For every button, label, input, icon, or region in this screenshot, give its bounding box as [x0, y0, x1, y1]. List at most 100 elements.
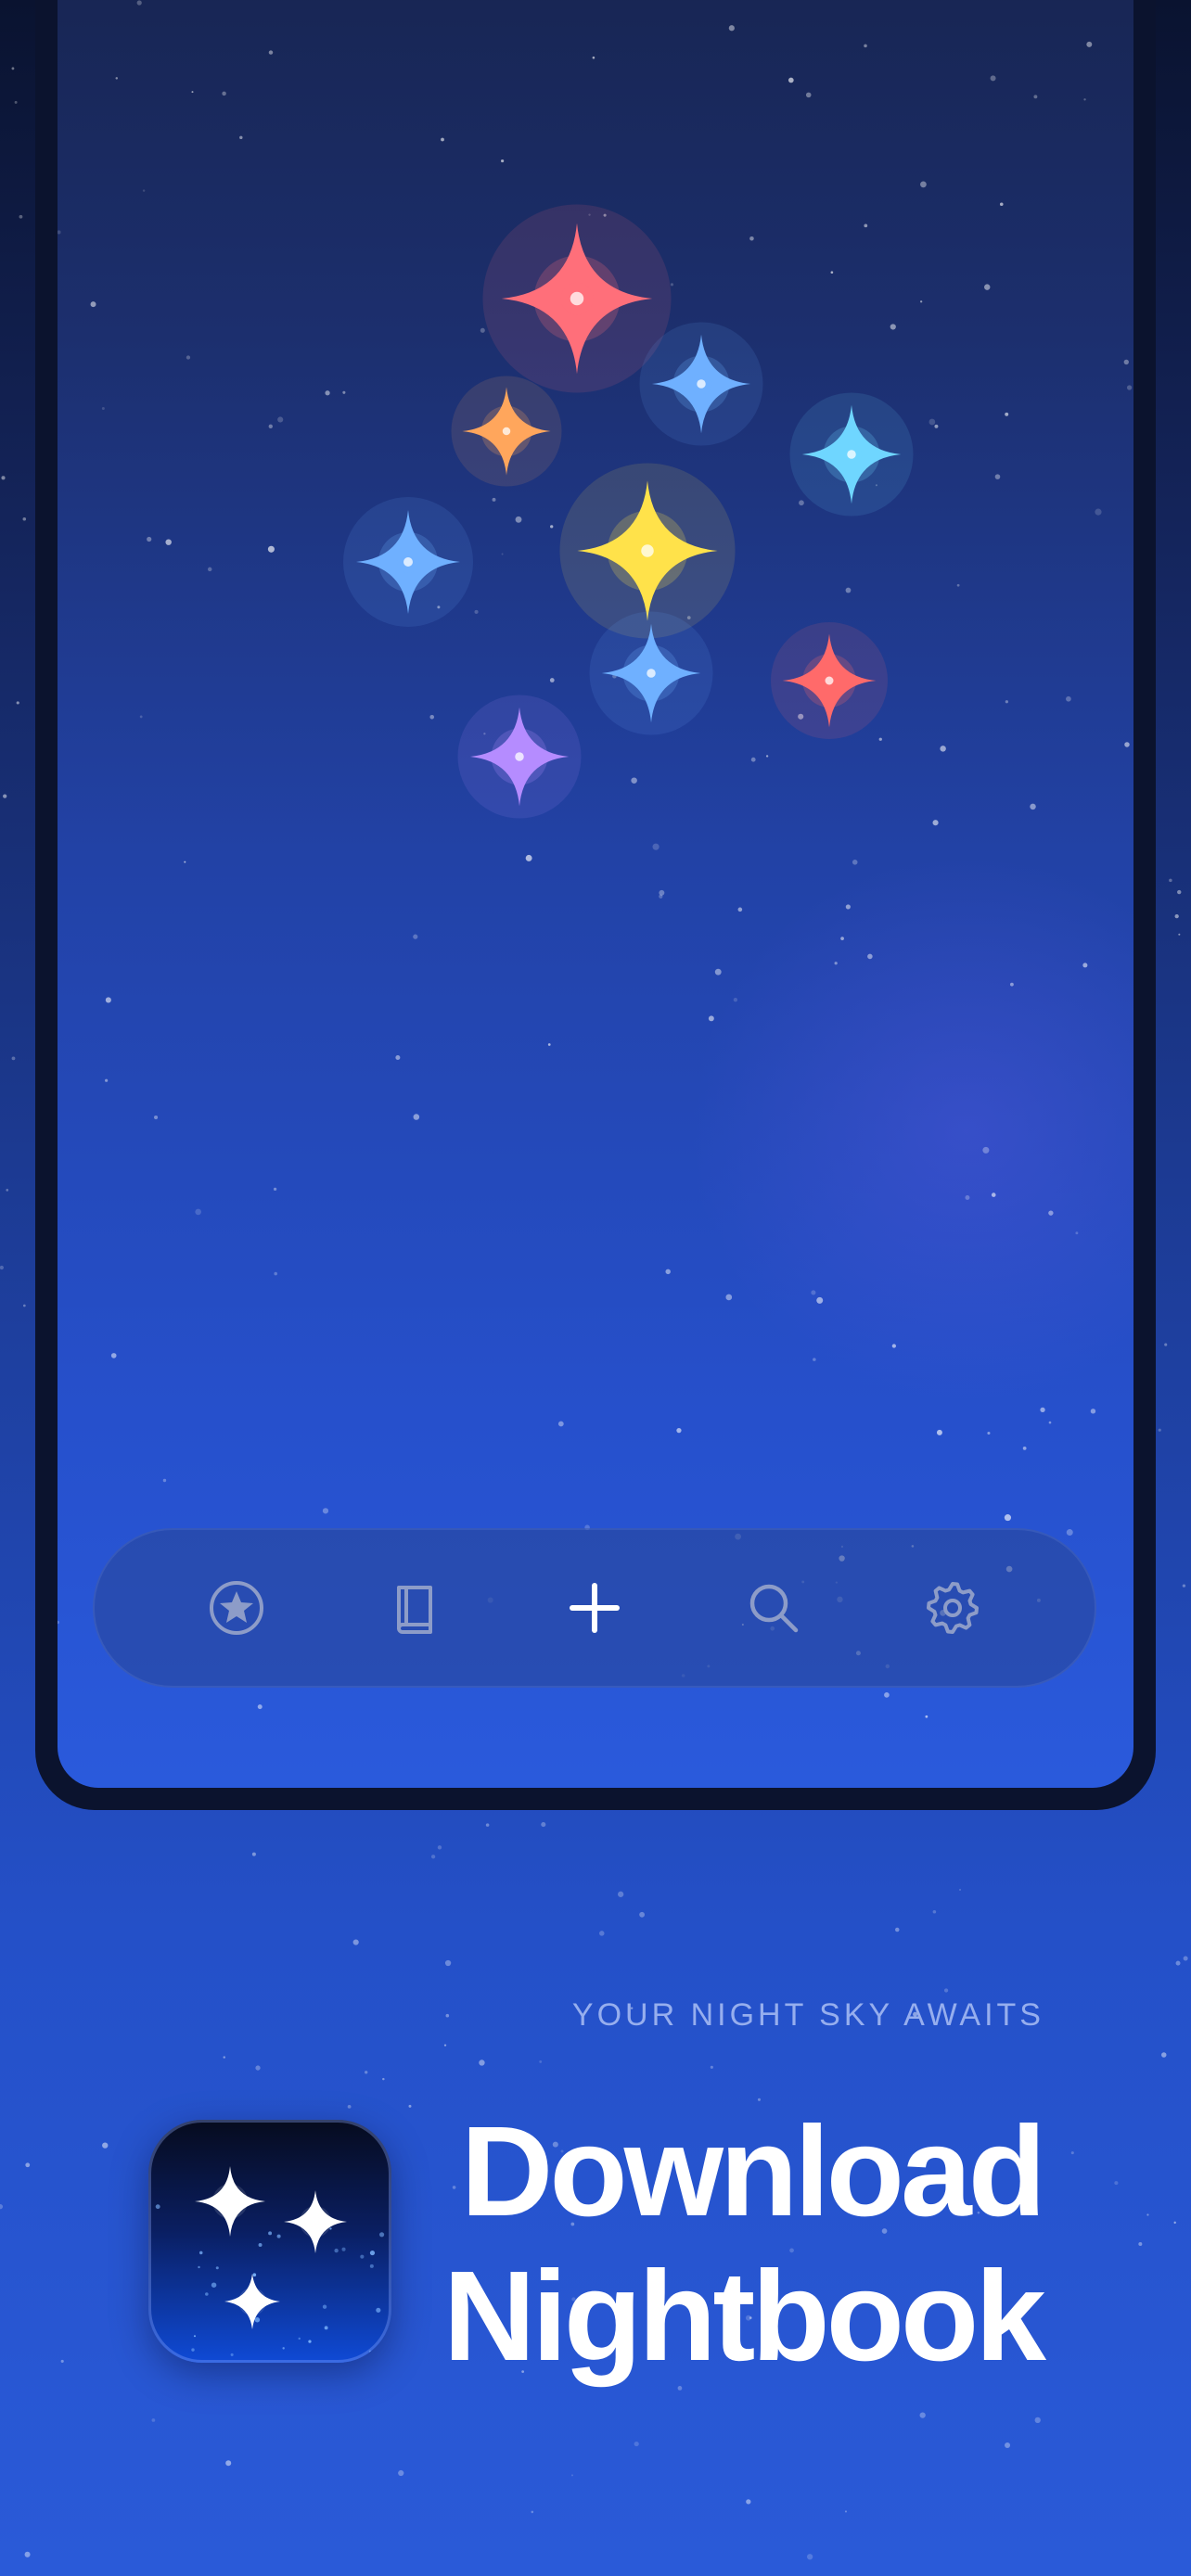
icon-dust: [211, 2282, 217, 2288]
tab-favorites[interactable]: [190, 1562, 283, 1654]
dust-star: [102, 2142, 109, 2149]
icon-dust: [155, 2204, 160, 2210]
dust-star: [413, 934, 418, 939]
dust-star: [251, 1852, 256, 1856]
tab-settings[interactable]: [906, 1562, 999, 1654]
dust-star: [25, 2162, 31, 2168]
dust-star: [115, 77, 119, 80]
dust-star: [1066, 1529, 1073, 1537]
dust-star: [1009, 982, 1014, 987]
dust-star: [413, 1114, 420, 1120]
constellation-star[interactable]: [451, 376, 562, 487]
dust-star: [549, 678, 555, 682]
constellation-canvas[interactable]: [58, 0, 1133, 1788]
dust-star: [1114, 2181, 1119, 2186]
constellation-star[interactable]: [771, 622, 888, 739]
dust-star: [0, 2204, 4, 2210]
dust-star: [1095, 508, 1102, 516]
dust-star: [987, 1431, 991, 1435]
constellation-star[interactable]: [639, 322, 763, 446]
icon-dust: [254, 2317, 261, 2323]
dust-star: [136, 0, 142, 6]
dust-star: [1034, 2417, 1041, 2424]
dust-star: [932, 1909, 937, 1914]
dust-star: [541, 1822, 546, 1828]
icon-dust: [198, 2265, 200, 2269]
dust-star: [531, 2510, 534, 2514]
dust-star: [1182, 1584, 1186, 1588]
dust-star: [1123, 359, 1129, 365]
constellation-star[interactable]: [589, 611, 713, 735]
dust-star: [58, 1620, 59, 1625]
dust-star: [1158, 1428, 1161, 1432]
dust-star: [547, 1043, 551, 1046]
dust-star: [845, 904, 851, 910]
dust-star: [1174, 913, 1179, 919]
dust-star: [840, 937, 844, 941]
icon-sparkle: [224, 2274, 280, 2329]
icon-dust: [193, 2335, 197, 2338]
download-headline[interactable]: Download Nightbook: [393, 2099, 1046, 2389]
dust-star: [1146, 2213, 1149, 2216]
constellation-star[interactable]: [457, 695, 582, 819]
dust-star: [670, 283, 673, 287]
dust-star: [746, 2499, 751, 2505]
dust-star: [267, 545, 275, 553]
dust-star: [844, 2510, 847, 2513]
icon-dust: [334, 2248, 339, 2253]
dust-star: [864, 44, 867, 48]
dust-star: [1030, 803, 1036, 810]
tab-add[interactable]: [548, 1562, 641, 1654]
dust-star: [105, 1078, 109, 1082]
star-circle-icon: [209, 1581, 263, 1635]
dust-star: [765, 755, 769, 758]
book-icon: [396, 1586, 432, 1634]
constellation-star[interactable]: [789, 392, 914, 516]
phone-screen: [58, 0, 1133, 1788]
dust-star: [22, 516, 27, 521]
dust-star: [515, 516, 522, 523]
dust-star: [1, 476, 6, 480]
dust-star: [325, 390, 330, 396]
headline-line-2: Nightbook: [442, 2245, 1046, 2388]
dust-star: [750, 757, 756, 762]
tab-search[interactable]: [727, 1562, 820, 1654]
icon-dust: [205, 2292, 209, 2296]
dust-star: [890, 324, 896, 330]
icon-dust: [252, 2273, 257, 2277]
dust-star: [322, 1508, 329, 1514]
dust-star: [813, 1358, 816, 1361]
dust-star: [110, 1353, 117, 1358]
dust-star: [90, 301, 96, 308]
dust-star: [1169, 878, 1172, 883]
dust-star: [0, 1265, 4, 1270]
dust-star: [1178, 933, 1181, 936]
nightbook-app-icon[interactable]: [148, 2120, 391, 2363]
dust-star: [273, 1187, 277, 1191]
icon-dust: [368, 2350, 372, 2353]
icon-dust: [376, 2307, 381, 2313]
dust-star: [999, 202, 1004, 207]
dust-star: [749, 236, 754, 241]
gear-icon: [927, 1582, 980, 1634]
dust-star: [14, 100, 18, 104]
tab-journal[interactable]: [369, 1562, 462, 1654]
constellation-star[interactable]: [343, 497, 473, 627]
tagline: YOUR NIGHT SKY AWAITS: [571, 1997, 1044, 2033]
dust-star: [1004, 1514, 1012, 1522]
dust-star: [1048, 1421, 1052, 1424]
dust-star: [1164, 1343, 1168, 1346]
icon-dust: [324, 2326, 328, 2330]
dust-star: [1083, 98, 1086, 101]
dust-star: [830, 271, 834, 274]
icon-dust: [369, 2250, 376, 2256]
icon-dust: [308, 2340, 312, 2343]
dust-star: [195, 1208, 202, 1216]
dust-star: [223, 2056, 225, 2059]
icon-dust: [282, 2347, 285, 2350]
dust-star: [3, 794, 7, 798]
dust-star: [430, 1855, 436, 1859]
dust-star: [864, 223, 868, 228]
dust-star: [501, 159, 505, 163]
icon-dust: [230, 2353, 234, 2356]
